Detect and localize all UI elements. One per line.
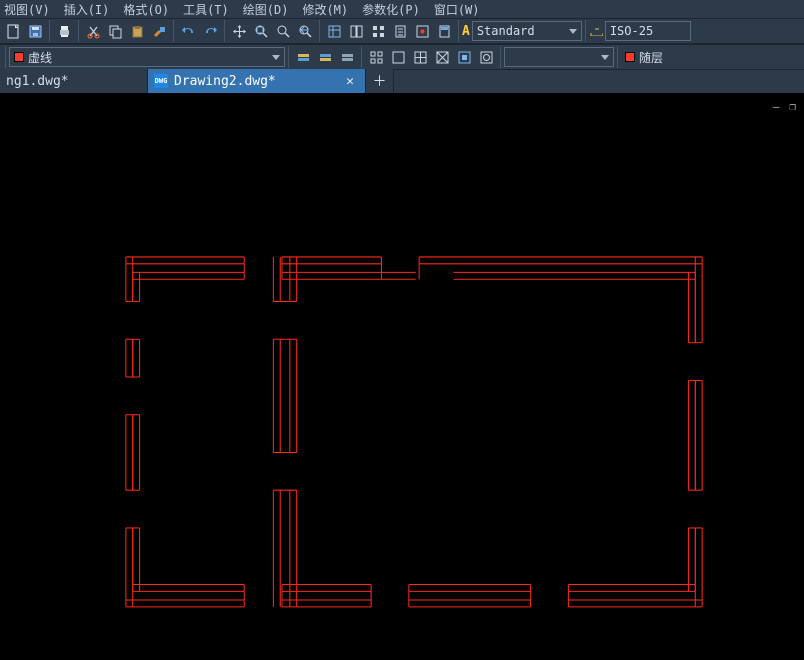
toolbar-main: A Standard ISO-25 [0, 18, 804, 44]
match-properties-icon[interactable] [148, 20, 170, 42]
linetype-value: 随层 [639, 49, 663, 66]
menu-item[interactable]: 工具(T) [183, 1, 229, 18]
block-grid-2-icon[interactable] [387, 46, 409, 68]
document-tab-bar: ng1.dwg* DWG Drawing2.dwg* ✕ ＋ [0, 70, 804, 94]
cut-icon[interactable] [82, 20, 104, 42]
menu-item[interactable]: 格式(O) [123, 1, 169, 18]
zoom-window-icon[interactable] [272, 20, 294, 42]
block-grid-3-icon[interactable] [409, 46, 431, 68]
layer-state-2-icon[interactable] [314, 46, 336, 68]
redo-icon[interactable] [199, 20, 221, 42]
drawing-canvas[interactable]: — ❐ [0, 94, 804, 660]
linetype-combo[interactable]: 随层 [621, 47, 761, 67]
undo-icon[interactable] [177, 20, 199, 42]
menu-bar: 视图(V) 插入(I) 格式(O) 工具(T) 绘图(D) 修改(M) 参数化(… [0, 0, 804, 18]
dwg-file-icon: DWG [154, 74, 168, 88]
menu-item[interactable]: 绘图(D) [243, 1, 289, 18]
save-icon[interactable] [24, 20, 46, 42]
block-grid-6-icon[interactable] [475, 46, 497, 68]
chevron-down-icon [272, 55, 280, 60]
color-combo[interactable] [504, 47, 614, 67]
zoom-previous-icon[interactable] [294, 20, 316, 42]
markup-icon[interactable] [411, 20, 433, 42]
paste-icon[interactable] [126, 20, 148, 42]
new-file-icon[interactable] [2, 20, 24, 42]
document-tab[interactable]: ng1.dwg* [0, 69, 148, 93]
copy-icon[interactable] [104, 20, 126, 42]
pan-icon[interactable] [228, 20, 250, 42]
block-grid-1-icon[interactable] [365, 46, 387, 68]
toolbar-layers: 虚线 随层 [0, 44, 804, 70]
calculator-icon[interactable] [433, 20, 455, 42]
layer-combo[interactable]: 虚线 [9, 47, 285, 67]
layer-color-swatch [14, 52, 24, 62]
textstyle-icon: A [462, 24, 470, 39]
layer-name: 虚线 [28, 49, 52, 66]
menu-item[interactable]: 视图(V) [4, 1, 50, 18]
plus-icon: ＋ [373, 74, 387, 88]
zoom-extents-icon[interactable] [250, 20, 272, 42]
document-tab-active[interactable]: DWG Drawing2.dwg* ✕ [148, 69, 366, 93]
doc-name: Drawing2.dwg* [174, 74, 276, 89]
menu-item[interactable]: 窗口(W) [434, 1, 480, 18]
sheet-set-icon[interactable] [389, 20, 411, 42]
doc-name: ng1.dwg* [6, 74, 69, 89]
dimstyle-icon [589, 26, 603, 36]
design-center-icon[interactable] [345, 20, 367, 42]
new-tab-button[interactable]: ＋ [366, 69, 394, 93]
drawing-vector [0, 94, 804, 660]
chevron-down-icon [569, 29, 577, 34]
layer-state-3-icon[interactable] [336, 46, 358, 68]
properties-icon[interactable] [323, 20, 345, 42]
menu-item[interactable]: 插入(I) [64, 1, 110, 18]
block-grid-5-icon[interactable] [453, 46, 475, 68]
dimstyle-combo[interactable]: ISO-25 [605, 21, 691, 41]
print-icon[interactable] [53, 20, 75, 42]
menu-item[interactable]: 修改(M) [302, 1, 348, 18]
textstyle-value: Standard [477, 24, 535, 38]
layer-state-1-icon[interactable] [292, 46, 314, 68]
close-icon[interactable]: ✕ [343, 74, 357, 88]
textstyle-combo[interactable]: Standard [472, 21, 582, 41]
tool-palettes-icon[interactable] [367, 20, 389, 42]
linetype-color-swatch [625, 52, 635, 62]
chevron-down-icon [601, 55, 609, 60]
dimstyle-value: ISO-25 [610, 24, 653, 38]
menu-item[interactable]: 参数化(P) [362, 1, 420, 18]
block-grid-4-icon[interactable] [431, 46, 453, 68]
